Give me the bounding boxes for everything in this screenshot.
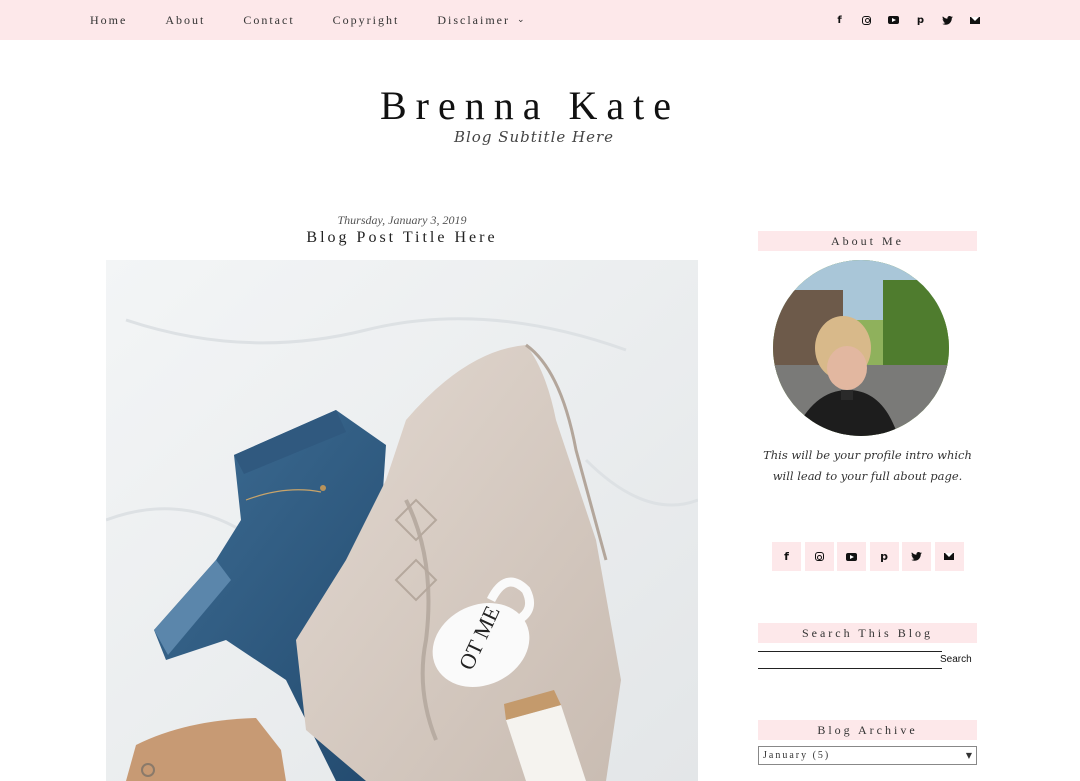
nav-item-contact[interactable]: Contact [243,13,294,28]
profile-intro-text: This will be your profile intro which wi… [763,448,972,483]
nav-item-label: About [165,12,206,27]
dropdown-arrow-icon: ▼ [965,751,972,760]
archive-widget-title: Blog Archive [758,720,977,740]
nav-item-home[interactable]: Home [90,13,127,28]
envelope-icon[interactable] [961,16,988,24]
youtube-icon[interactable] [837,542,866,571]
post-title[interactable]: Blog Post Title Here [106,229,698,247]
facebook-icon[interactable]: f [772,542,801,571]
top-social-links: f p [826,0,988,40]
main-nav: Home About Contact Copyright Disclaimer ⌄ [90,0,565,40]
post-date: Thursday, January 3, 2019 [337,213,467,227]
nav-item-copyright[interactable]: Copyright [333,13,400,28]
pinterest-icon[interactable]: p [907,15,934,26]
blog-subtitle: Blog Subtitle Here [453,128,615,146]
nav-item-label: Copyright [332,12,400,27]
instagram-icon[interactable] [853,15,880,25]
twitter-icon[interactable] [902,542,931,571]
pinterest-icon[interactable]: p [869,542,899,571]
archive-select[interactable]: January (5) ▼ [758,746,977,765]
search-widget-title: Search This Blog [758,623,977,643]
about-widget-title: About Me [758,231,977,251]
nav-item-label: Home [90,12,128,27]
facebook-icon[interactable]: f [826,15,853,26]
chevron-down-icon: ⌄ [516,15,527,25]
post-featured-image[interactable]: OT ME [106,260,698,781]
search-input[interactable] [758,651,942,669]
blog-title[interactable]: Brenna Kate [0,82,1060,129]
search-button[interactable]: Search [939,651,972,667]
top-nav-bar: Home About Contact Copyright Disclaimer ⌄… [0,0,1080,40]
nav-item-disclaimer[interactable]: Disclaimer ⌄ [437,13,526,28]
avatar-photo [773,260,949,436]
nav-item-label: Contact [243,12,295,27]
archive-selected-value: January (5) [763,750,831,761]
flatlay-illustration: OT ME [106,260,698,781]
nav-item-about[interactable]: About [165,13,205,28]
sidebar-social-links: f p [772,542,967,571]
youtube-icon[interactable] [880,16,907,24]
instagram-icon[interactable] [804,542,834,571]
profile-avatar[interactable] [773,260,949,436]
envelope-icon[interactable] [934,542,964,571]
nav-item-label: Disclaimer [437,12,510,27]
twitter-icon[interactable] [934,15,961,25]
